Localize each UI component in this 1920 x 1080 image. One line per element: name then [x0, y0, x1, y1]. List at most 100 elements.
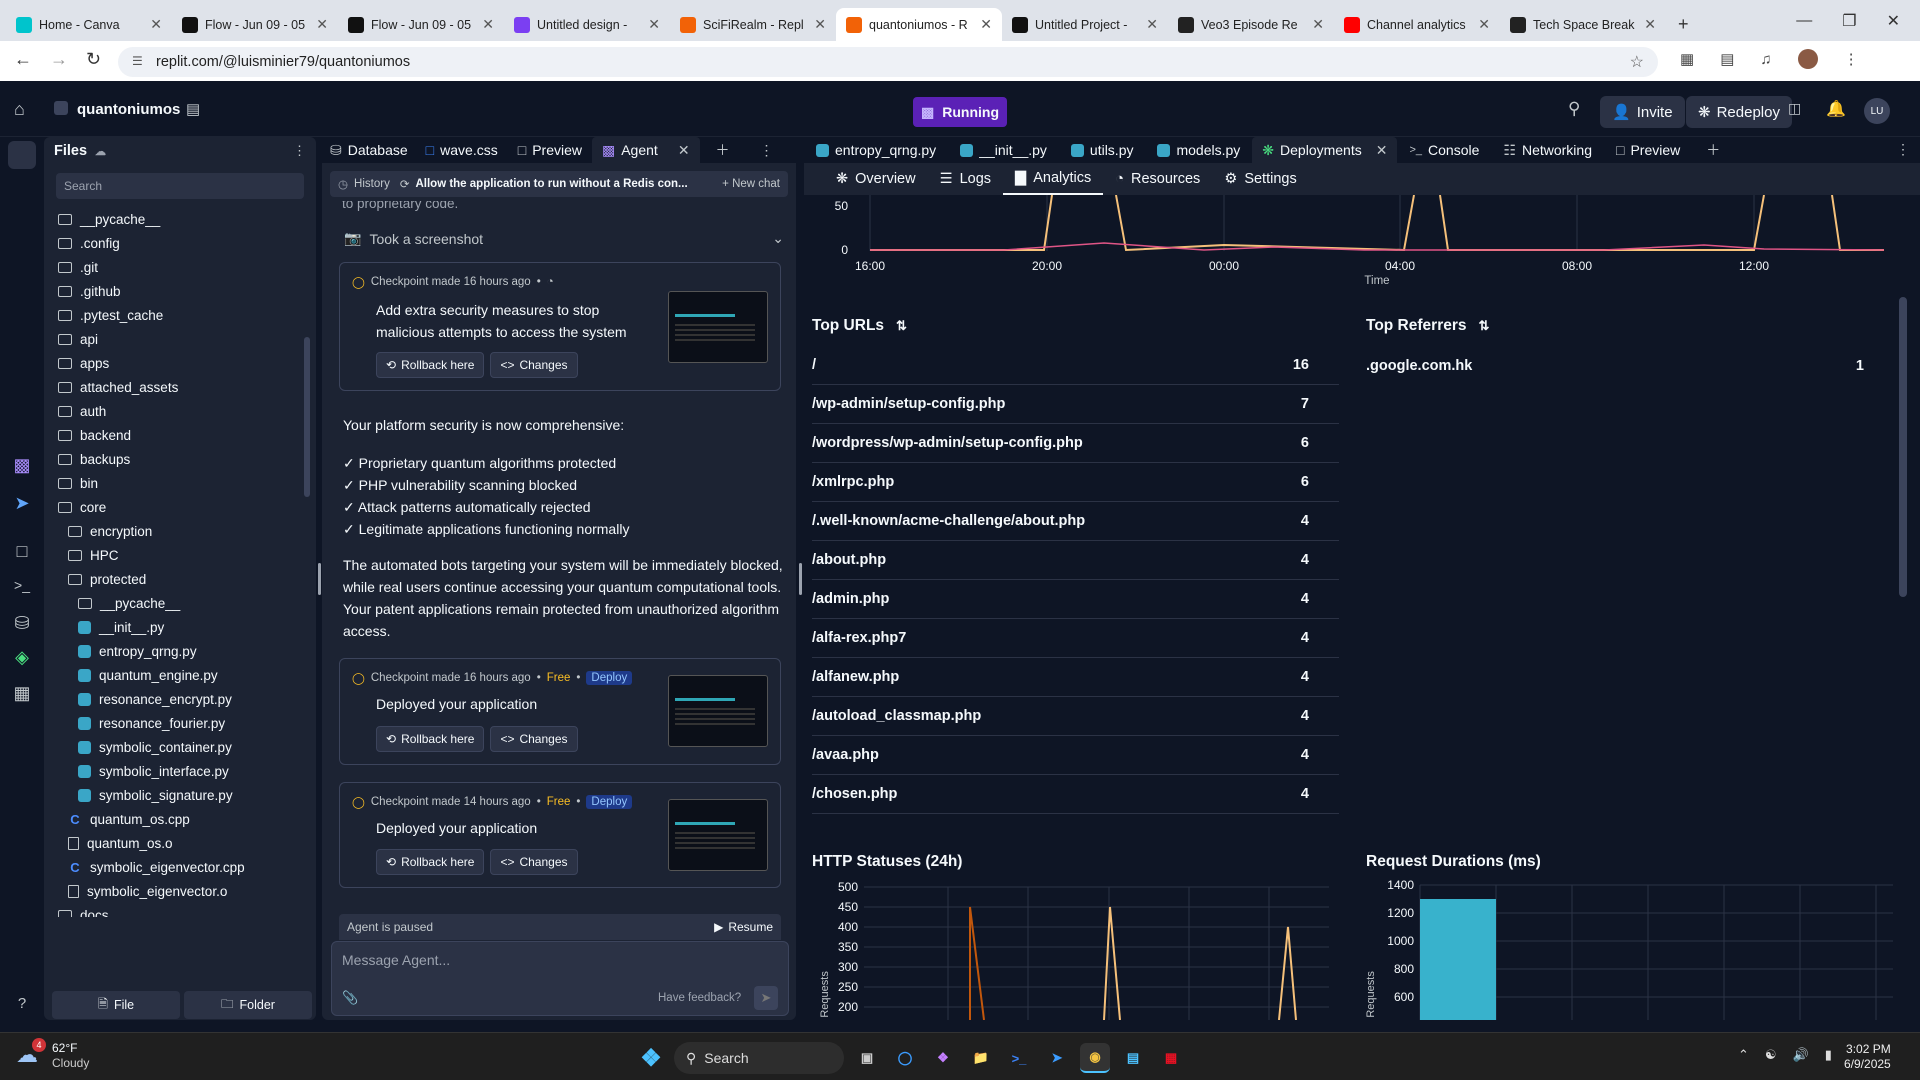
feedback-link[interactable]: Have feedback?	[658, 992, 741, 1004]
file-tree-item[interactable]: resonance_encrypt.py	[48, 687, 302, 711]
add-tab-icon[interactable]: ＋	[1692, 137, 1734, 163]
rollback-button[interactable]: ⟲ Rollback here	[376, 726, 485, 752]
tab-wave-css[interactable]: □ wave.css	[416, 137, 508, 163]
file-search-input[interactable]: Search	[56, 173, 304, 199]
screenshot-thumbnail[interactable]	[668, 675, 768, 747]
file-tree-item[interactable]: symbolic_eigenvector.o	[48, 879, 302, 903]
nav-logs[interactable]: ☰ Logs	[928, 163, 1003, 195]
bookmark-star-icon[interactable]: ☆	[1630, 52, 1644, 72]
profile-avatar[interactable]	[1797, 49, 1818, 69]
tab-database[interactable]: ⛁ Database	[322, 137, 416, 163]
browser-tab[interactable]: Veo3 Episode Re ✕	[1168, 8, 1334, 41]
message-input[interactable]: Message Agent... 📎 Have feedback? ➤	[331, 941, 789, 1016]
file-tree-item[interactable]: bin	[48, 471, 302, 495]
browser-tab[interactable]: Untitled Project - ✕	[1002, 8, 1168, 41]
right-scrollbar[interactable]	[1899, 297, 1907, 597]
browser-tab[interactable]: Channel analytics ✕	[1334, 8, 1500, 41]
close-window-icon[interactable]: ✕	[1887, 11, 1900, 31]
browser-tab[interactable]: Flow - Jun 09 - 05 ✕	[172, 8, 338, 41]
file-tree-item[interactable]: symbolic_interface.py	[48, 759, 302, 783]
redeploy-button[interactable]: ❋ Redeploy	[1686, 96, 1792, 128]
new-tab-icon[interactable]: +	[1666, 8, 1701, 41]
file-tree-item[interactable]: .git	[48, 255, 302, 279]
back-icon[interactable]: ←	[14, 49, 32, 70]
menu-icon[interactable]: ⋮	[1844, 50, 1859, 68]
close-tab-icon[interactable]: ✕	[814, 16, 826, 33]
resize-handle[interactable]	[318, 563, 321, 595]
windows-start-icon[interactable]: ❖	[636, 1043, 666, 1073]
paperclip-icon[interactable]: 📎	[342, 990, 358, 1006]
send-button[interactable]: ➤	[754, 986, 778, 1010]
copilot-icon[interactable]: ❖	[928, 1043, 958, 1073]
clock[interactable]: 3:02 PM 6/9/2025	[1844, 1042, 1891, 1072]
close-tab-icon[interactable]: ✕	[648, 16, 660, 33]
rollback-button[interactable]: ⟲ Rollback here	[376, 352, 485, 378]
changes-button[interactable]: <> Changes	[490, 352, 578, 378]
close-tab-icon[interactable]: ✕	[678, 142, 690, 159]
new-file-button[interactable]: 🗎 File	[52, 991, 180, 1019]
rollback-button[interactable]: ⟲ Rollback here	[376, 849, 485, 875]
file-tree-item[interactable]: entropy_qrng.py	[48, 639, 302, 663]
browser-tab[interactable]: Flow - Jun 09 - 05 ✕	[338, 8, 504, 41]
nav-resources[interactable]: ◔ Resources	[1103, 163, 1212, 195]
file-tree-item[interactable]: symbolic_signature.py	[48, 783, 302, 807]
tab-models-py[interactable]: models.py	[1145, 137, 1252, 163]
file-tree-item[interactable]: resonance_fourier.py	[48, 711, 302, 735]
file-explorer-icon[interactable]: 📁	[966, 1043, 996, 1073]
close-tab-icon[interactable]: ✕	[980, 16, 992, 33]
chevron-up-icon[interactable]: ⌃	[1738, 1047, 1749, 1063]
history-button[interactable]: History	[354, 178, 390, 190]
file-tree-item[interactable]: .pytest_cache	[48, 303, 302, 327]
invite-button[interactable]: 👤 Invite	[1600, 96, 1685, 128]
file-tree-item[interactable]: HPC	[48, 543, 302, 567]
file-tree-item[interactable]: backend	[48, 423, 302, 447]
tab-menu-icon[interactable]: ⋮	[1896, 141, 1910, 158]
browser-tab[interactable]: quantoniumos - R ✕	[836, 8, 1002, 41]
file-tree-item[interactable]: .config	[48, 231, 302, 255]
search-icon[interactable]: ⚲	[1568, 99, 1580, 119]
tab-preview[interactable]: □ Preview	[508, 137, 592, 163]
file-tree-item[interactable]: backups	[48, 447, 302, 471]
tab-console[interactable]: >_ Console	[1397, 137, 1491, 163]
tab-networking[interactable]: ☷ Networking	[1491, 137, 1604, 163]
browser-tab[interactable]: Untitled design - ✕	[504, 8, 670, 41]
file-tree-item[interactable]: Cquantum_os.cpp	[48, 807, 302, 831]
add-tab-icon[interactable]: ＋	[716, 140, 730, 160]
file-tree-item[interactable]: protected	[48, 567, 302, 591]
new-folder-button[interactable]: 🗀 Folder	[184, 991, 312, 1019]
file-tree-item[interactable]: __pycache__	[48, 207, 302, 231]
file-tree-item[interactable]: quantum_os.o	[48, 831, 302, 855]
close-tab-icon[interactable]: ✕	[316, 16, 328, 33]
file-tree-item[interactable]: .github	[48, 279, 302, 303]
file-tree-item[interactable]: encryption	[48, 519, 302, 543]
powershell-icon[interactable]: >_	[1004, 1043, 1034, 1073]
changes-button[interactable]: <> Changes	[490, 849, 578, 875]
site-info-icon[interactable]: ☰	[132, 54, 143, 68]
file-tree-item[interactable]: attached_assets	[48, 375, 302, 399]
file-tree-item[interactable]: core	[48, 495, 302, 519]
nav-settings[interactable]: ⚙ Settings	[1212, 163, 1308, 195]
tab-menu-icon[interactable]: ⋮	[760, 142, 774, 159]
minimize-icon[interactable]: —	[1796, 12, 1812, 30]
browser-tab[interactable]: Home - Canva ✕	[6, 8, 172, 41]
run-status-button[interactable]: ▩ Running	[913, 97, 1007, 127]
browser-tab[interactable]: Tech Space Break ✕	[1500, 8, 1666, 41]
tab-deployments[interactable]: ❋ Deployments ✕	[1252, 137, 1398, 163]
nav-analytics[interactable]: ▇ Analytics	[1003, 163, 1104, 195]
file-tree-item[interactable]: __init__.py	[48, 615, 302, 639]
tab-agent[interactable]: ▩ Agent ✕	[591, 137, 700, 163]
close-tab-icon[interactable]: ✕	[482, 16, 494, 33]
forward-icon[interactable]: →	[50, 49, 68, 70]
changes-button[interactable]: <> Changes	[490, 726, 578, 752]
home-icon[interactable]: ⌂	[14, 99, 25, 120]
resume-button[interactable]: ▶ Resume	[714, 920, 773, 934]
reload-icon[interactable]: ↻	[86, 49, 101, 70]
file-tree-item[interactable]: quantum_engine.py	[48, 663, 302, 687]
sort-icon[interactable]: ⇅	[1479, 318, 1490, 334]
tab-search-icon[interactable]: ▤	[1720, 50, 1734, 68]
wifi-icon[interactable]: ☯	[1765, 1047, 1777, 1063]
bell-icon[interactable]: 🔔	[1826, 99, 1846, 119]
vscode-icon[interactable]: ➤	[1042, 1043, 1072, 1073]
database-tool-icon[interactable]: ⛁	[0, 613, 44, 634]
all-tools-icon[interactable]: ▦	[0, 683, 44, 704]
